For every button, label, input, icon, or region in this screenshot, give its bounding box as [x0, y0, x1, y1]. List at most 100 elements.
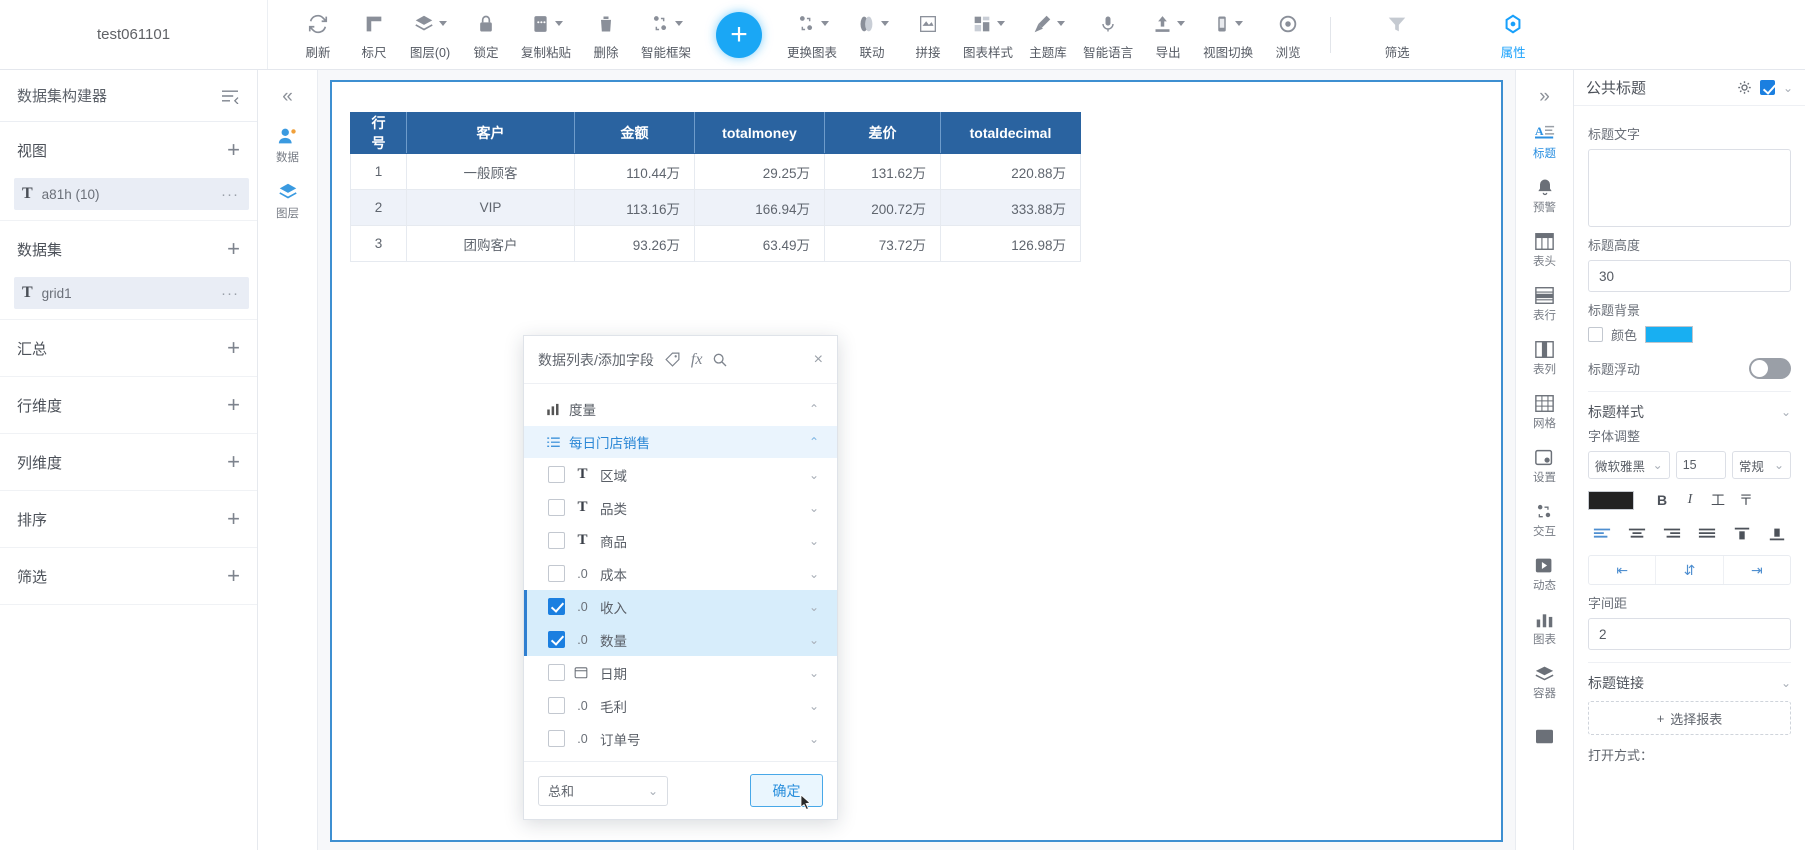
align-bottom-icon[interactable]	[1763, 522, 1791, 546]
indent-end-icon[interactable]: ⇥	[1724, 556, 1790, 584]
field-item-date[interactable]: 日期 ⌄	[524, 656, 837, 689]
align-right-icon[interactable]	[1658, 522, 1686, 546]
letter-spacing-input[interactable]: 2	[1588, 618, 1791, 650]
toolbar-view-switch[interactable]: 视图切换	[1196, 4, 1260, 66]
table-header-cell[interactable]: 客户	[406, 112, 575, 154]
list-item-dataset-grid1[interactable]: T grid1 ···	[14, 277, 249, 309]
rail-item-motion[interactable]: 动态	[1518, 548, 1572, 600]
font-color-swatch[interactable]	[1588, 490, 1634, 510]
data-grid[interactable]: 行号 客户 金额 totalmoney 差价 totaldecimal 1 一般…	[350, 112, 1081, 262]
field-item-gross-profit[interactable]: .0 毛利 ⌄	[524, 689, 837, 722]
add-view-button[interactable]: +	[227, 139, 240, 161]
field-checkbox[interactable]	[548, 631, 565, 648]
chevron-down-icon[interactable]: ⌄	[809, 666, 819, 680]
align-left-icon[interactable]	[1588, 522, 1616, 546]
align-center-icon[interactable]	[1623, 522, 1651, 546]
title-height-input[interactable]: 30	[1588, 260, 1791, 292]
underline-button[interactable]: 工	[1704, 487, 1732, 513]
table-header-cell[interactable]: 金额	[574, 112, 695, 154]
rail-item-chart[interactable]: 图表	[1518, 602, 1572, 654]
more-options-icon[interactable]: ···	[221, 186, 239, 203]
field-checkbox[interactable]	[548, 664, 565, 681]
rail-item-table-column[interactable]: 表列	[1518, 332, 1572, 384]
chevron-down-icon[interactable]: ⌄	[809, 633, 819, 647]
font-family-select[interactable]: 微软雅黑 ⌄	[1588, 451, 1670, 479]
field-checkbox[interactable]	[548, 532, 565, 549]
chevron-down-icon[interactable]: ⌄	[809, 732, 819, 746]
field-checkbox[interactable]	[548, 499, 565, 516]
field-item-income[interactable]: .0 收入 ⌄	[524, 590, 837, 623]
rail-item-layers[interactable]: 图层	[262, 176, 314, 226]
toolbar-delete[interactable]: 删除	[578, 4, 634, 66]
title-float-toggle[interactable]	[1749, 358, 1791, 379]
table-header-cell[interactable]: totaldecimal	[940, 112, 1081, 154]
chevron-double-left-icon[interactable]: «	[282, 80, 293, 114]
field-checkbox[interactable]	[548, 598, 565, 615]
align-justify-icon[interactable]	[1693, 522, 1721, 546]
field-picker-popup[interactable]: 数据列表/添加字段 fx × 度量 ⌃ 每日门店销售 ⌃ T 区域 ⌄ T 品类…	[523, 335, 838, 820]
toolbar-merge[interactable]: 拼接	[900, 4, 956, 66]
field-checkbox[interactable]	[548, 466, 565, 483]
spacing-icon[interactable]: ⇵	[1656, 556, 1724, 584]
font-size-select[interactable]: 15	[1675, 451, 1726, 479]
rail-item-table-header[interactable]: 表头	[1518, 224, 1572, 276]
chevron-down-icon[interactable]: ⌄	[809, 534, 819, 548]
font-weight-select[interactable]: 常规 ⌄	[1731, 451, 1792, 479]
toolbar-swap-chart[interactable]: 更换图表	[780, 4, 844, 66]
toolbar-export[interactable]: 导出	[1140, 4, 1196, 66]
field-checkbox[interactable]	[548, 730, 565, 747]
chevron-up-icon[interactable]: ⌃	[809, 435, 819, 449]
close-icon[interactable]: ×	[814, 351, 823, 369]
rail-item-grid[interactable]: 网格	[1518, 386, 1572, 438]
add-sort-button[interactable]: +	[227, 508, 240, 530]
field-item-category[interactable]: T 品类 ⌄	[524, 491, 837, 524]
chevron-double-right-icon[interactable]: »	[1539, 80, 1550, 114]
title-link-section[interactable]: 标题链接 ⌄	[1588, 662, 1791, 693]
indent-start-icon[interactable]: ⇤	[1589, 556, 1657, 584]
gear-icon[interactable]	[1737, 80, 1752, 95]
align-top-icon[interactable]	[1728, 522, 1756, 546]
add-filter-button[interactable]: +	[227, 565, 240, 587]
field-item-region[interactable]: T 区域 ⌄	[524, 458, 837, 491]
properties-enable-checkbox[interactable]	[1759, 80, 1775, 95]
strikethrough-button[interactable]: 〒	[1732, 487, 1760, 513]
chevron-down-icon[interactable]: ⌄	[809, 600, 819, 614]
bold-button[interactable]: B	[1648, 487, 1676, 513]
title-text-input[interactable]	[1588, 149, 1791, 227]
chevron-down-icon[interactable]: ⌄	[809, 699, 819, 713]
title-background-color-swatch[interactable]	[1645, 326, 1694, 343]
aggregation-select[interactable]: 总和 ⌄	[538, 775, 668, 806]
rail-item-data[interactable]: 数据	[262, 120, 314, 170]
rail-item-title[interactable]: A 标题	[1518, 116, 1572, 168]
toolbar-voice[interactable]: 智能语言	[1076, 4, 1140, 66]
add-row-dimension-button[interactable]: +	[227, 394, 240, 416]
add-dataset-button[interactable]: +	[227, 238, 240, 260]
toolbar-layers[interactable]: 图层(0)	[402, 4, 458, 66]
report-canvas[interactable]: 行号 客户 金额 totalmoney 差价 totaldecimal 1 一般…	[330, 80, 1503, 842]
field-item-quantity[interactable]: .0 数量 ⌄	[524, 623, 837, 656]
rail-item-settings[interactable]: 设置	[1518, 440, 1572, 492]
toolbar-properties[interactable]: 属性	[1485, 4, 1541, 66]
title-style-section[interactable]: 标题样式 ⌄	[1588, 391, 1791, 422]
field-item-order-number[interactable]: .0 订单号 ⌄	[524, 722, 837, 755]
chevron-down-icon[interactable]: ⌄	[809, 501, 819, 515]
add-button[interactable]: +	[716, 11, 763, 58]
field-group-measure[interactable]: 度量 ⌃	[524, 392, 837, 426]
table-row[interactable]: 3 团购客户 93.26万 63.49万 73.72万 126.98万	[350, 225, 1081, 262]
add-summary-button[interactable]: +	[227, 337, 240, 359]
table-header-cell[interactable]: 差价	[824, 112, 941, 154]
rail-item-container[interactable]: 容器	[1518, 656, 1572, 708]
list-settings-icon[interactable]	[220, 88, 240, 104]
field-checkbox[interactable]	[548, 565, 565, 582]
search-icon[interactable]	[712, 352, 728, 368]
toolbar-ruler[interactable]: 标尺	[346, 4, 402, 66]
toolbar-lock[interactable]: 锁定	[458, 4, 514, 66]
add-col-dimension-button[interactable]: +	[227, 451, 240, 473]
rail-item-alert[interactable]: 预警	[1518, 170, 1572, 222]
field-checkbox[interactable]	[548, 697, 565, 714]
toolbar-copy-paste[interactable]: 复制粘贴	[514, 4, 578, 66]
table-header-cell[interactable]: totalmoney	[694, 112, 825, 154]
rail-item-extra[interactable]	[1518, 710, 1572, 762]
fx-icon[interactable]: fx	[691, 351, 703, 369]
list-item-view-a81h[interactable]: T a81h (10) ···	[14, 178, 249, 210]
